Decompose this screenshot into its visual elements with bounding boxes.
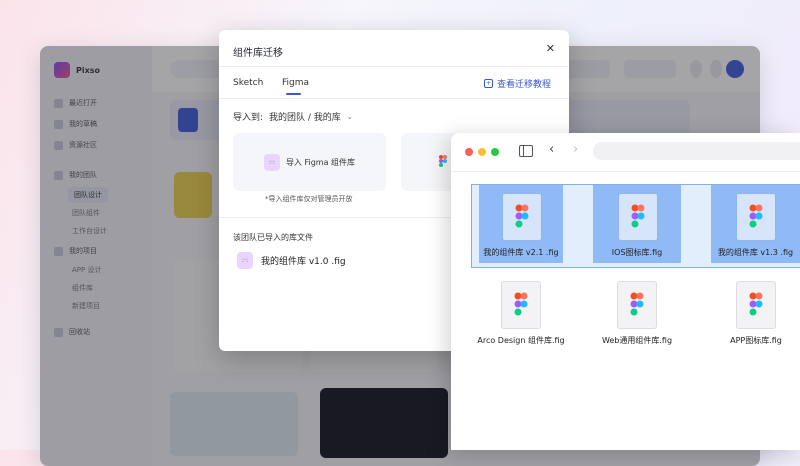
file-item-selected[interactable]: IOS图标库.fig [593,185,681,263]
figma-file-icon [736,193,776,241]
file-name: 我的组件库 v2.1 .fig [483,248,559,257]
file-item-selected[interactable]: 我的组件库 v2.1 .fig [479,185,563,263]
tab-figma[interactable]: Figma [282,78,309,88]
import-path-select[interactable]: 我的团队 / 我的库 [269,110,341,123]
view-tutorial-link[interactable]: + 查看迁移教程 [483,77,551,90]
active-tab-indicator [286,93,301,95]
external-link-icon: + [483,79,493,88]
minimize-window-button[interactable] [478,148,486,156]
imported-file-name: 我的组件库 v1.0 .fig [261,257,346,267]
close-window-button[interactable] [465,148,473,156]
figma-file-icon [617,281,657,329]
import-figma-library-card[interactable]: :·: 导入 Figma 组件库 [233,133,386,191]
figma-file-icon: :·: [263,153,280,171]
figma-file-icon [618,193,658,241]
close-icon[interactable]: ✕ [546,42,555,55]
path-bar[interactable] [593,142,800,160]
import-destination: 导入到: 我的团队 / 我的库 ⌄ [233,110,353,124]
file-item[interactable]: Arco Design 组件库.fig [473,277,569,355]
file-item[interactable]: APP图标库.fig [713,277,799,355]
zoom-window-button[interactable] [491,148,499,156]
divider [219,66,569,67]
file-name: Web通用组件库.fig [601,336,673,345]
admin-only-note: *导入组件库仅对管理员开放 [265,195,353,203]
file-item-selected[interactable]: 我的组件库 v1.3 .fig [711,185,800,263]
file-name: 我的组件库 v1.3 .fig [717,248,794,257]
file-item[interactable]: Web通用组件库.fig [591,277,683,355]
chevron-down-icon[interactable]: ⌄ [347,113,353,121]
back-arrow-icon[interactable]: ‹ [549,142,554,157]
file-name: IOS图标库.fig [611,248,663,257]
imported-files-heading: 该团队已导入的库文件 [233,233,313,242]
figma-file-icon [501,281,541,329]
imported-file-item[interactable]: :·: 我的组件库 v1.0 .fig [237,252,346,269]
forward-arrow-icon[interactable]: › [573,142,578,157]
import-label: 导入到: [233,113,264,123]
import-card-label: 导入 Figma 组件库 [285,157,356,167]
file-browser-toolbar: ‹ › [451,133,800,172]
figma-file-icon [736,281,776,329]
figma-file-icon: :·: [237,252,253,269]
file-browser-window: ‹ › 我的组件库 v2.1 .fig IOS图标库.fig 我的组件库 v1.… [451,133,800,450]
figma-icon [439,155,449,169]
file-name: Arco Design 组件库.fig [477,336,565,345]
file-name: APP图标库.fig [730,336,782,345]
sidebar-toggle-icon[interactable] [519,145,533,157]
figma-file-icon [502,193,542,241]
divider [219,98,569,99]
dialog-title: 组件库迁移 [233,48,283,59]
tab-sketch[interactable]: Sketch [233,78,263,88]
